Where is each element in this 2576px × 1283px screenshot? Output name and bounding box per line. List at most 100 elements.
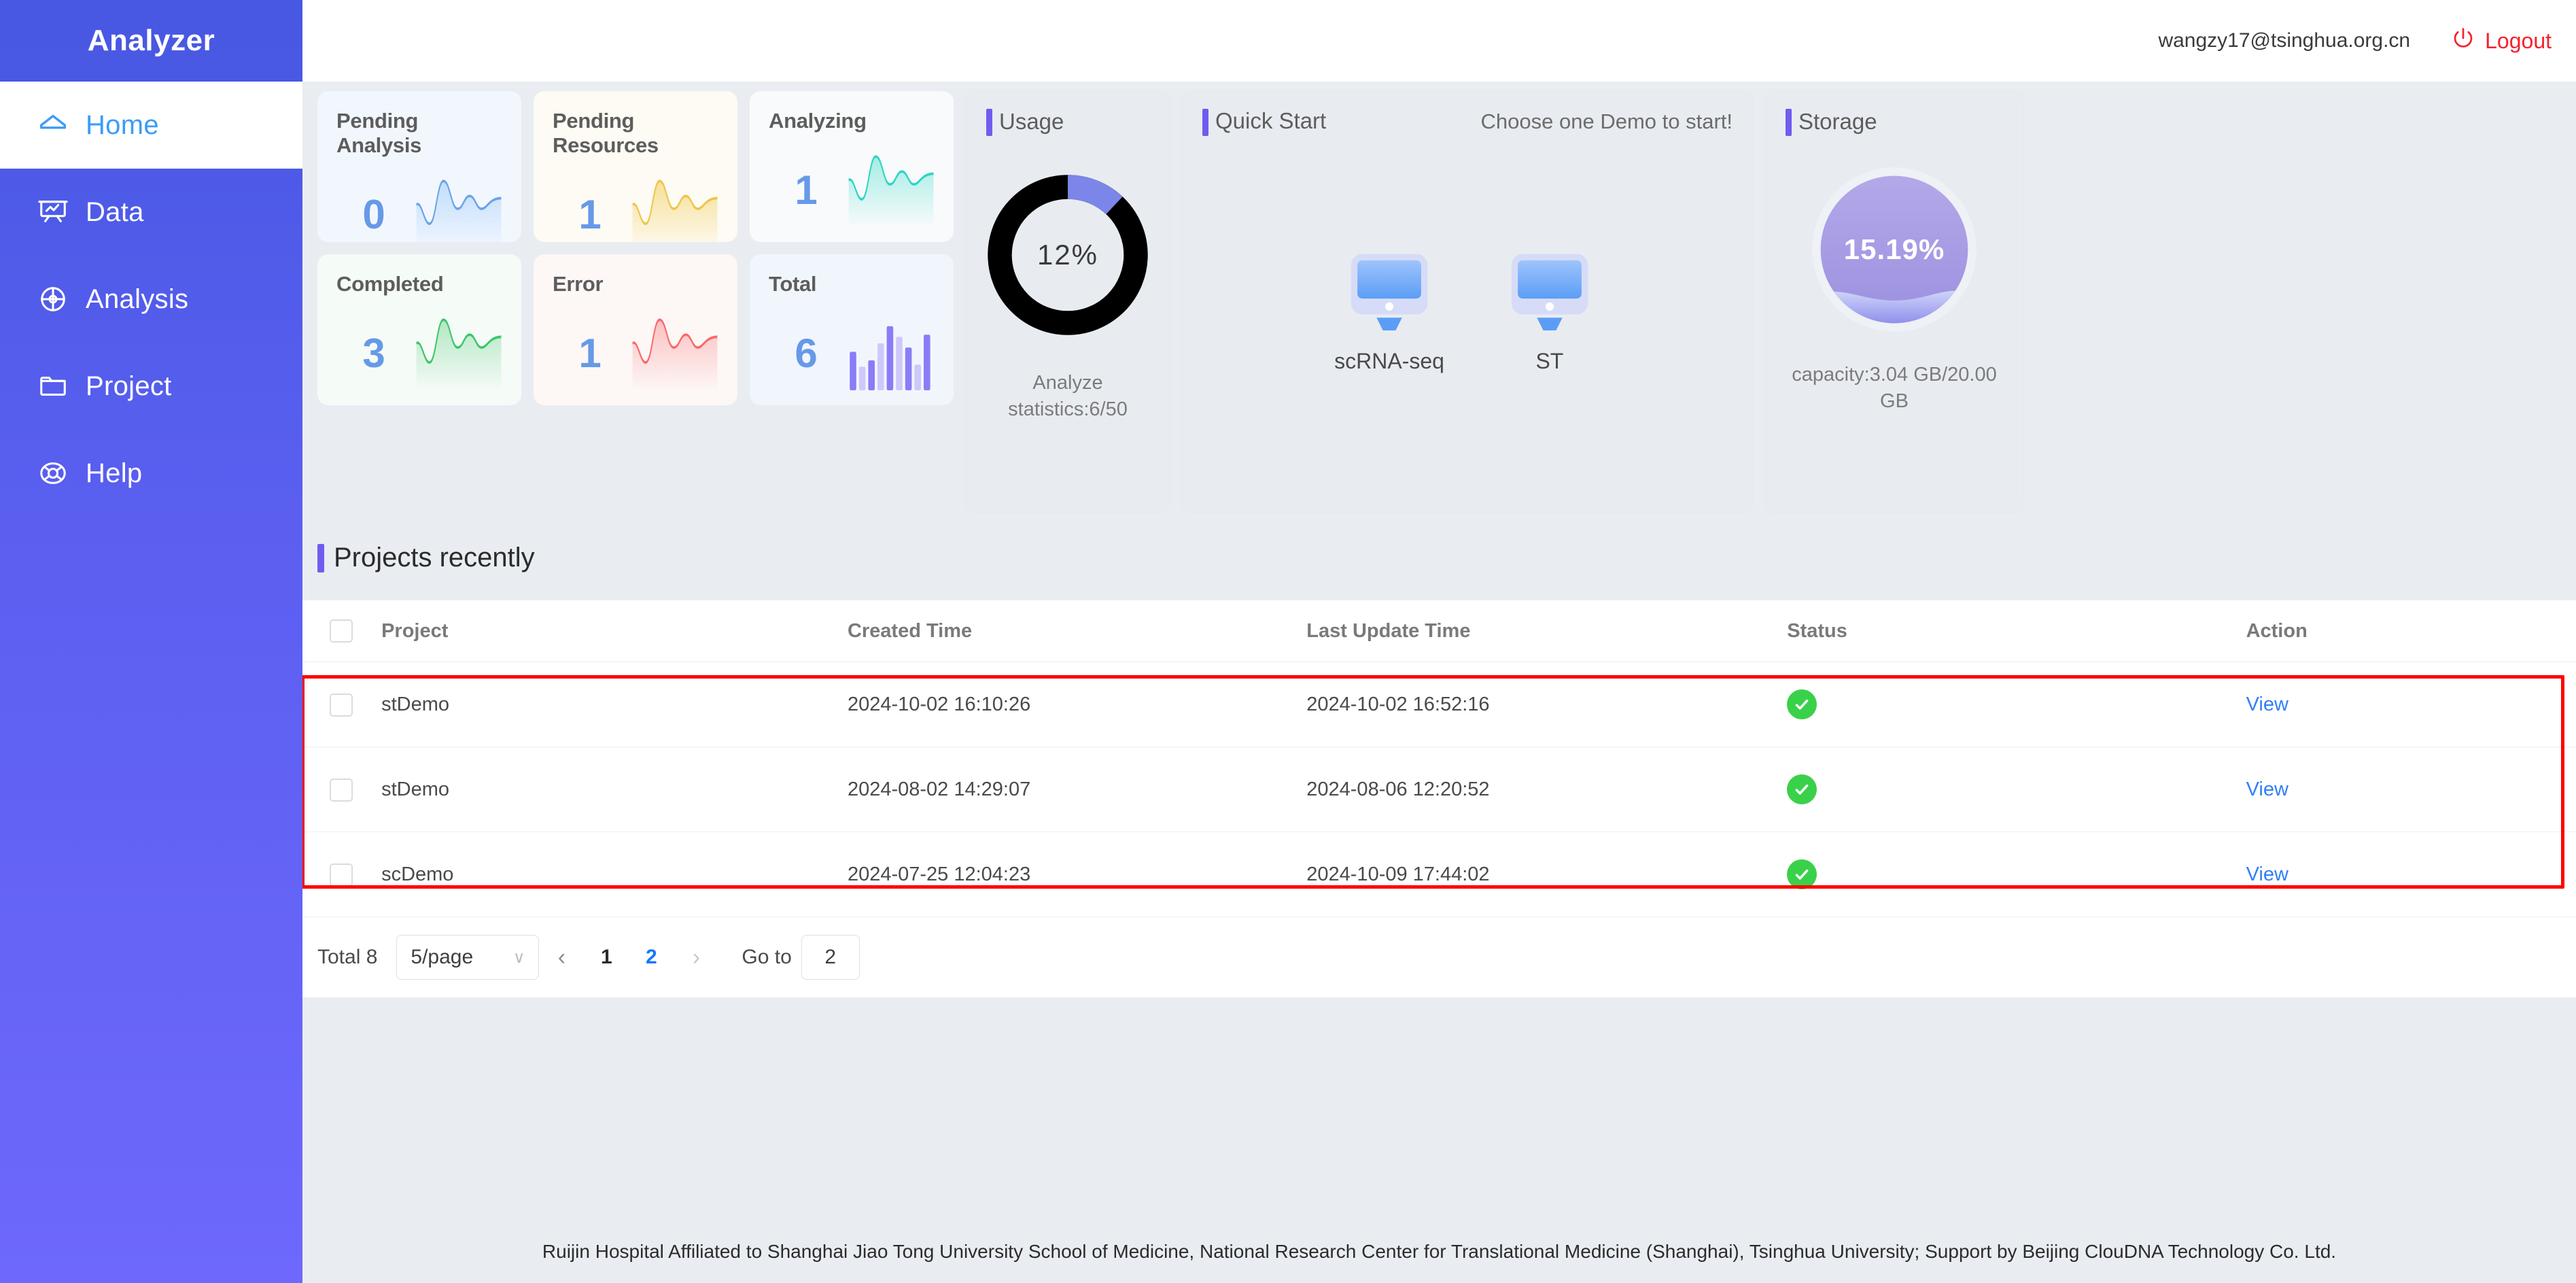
select-all-header	[302, 600, 382, 663]
goto-page-input[interactable]	[801, 935, 860, 980]
page-size-value: 5/page	[411, 946, 474, 969]
column-header-status: Status	[1787, 600, 2246, 663]
home-icon	[20, 109, 86, 141]
cell-last-update-time: 2024-08-06 12:20:52	[1306, 747, 1788, 833]
app-root: Analyzer Home Data Analysis Project Help…	[0, 0, 2576, 1283]
usage-title-text: Usage	[999, 109, 1064, 134]
user-email: wangzy17@tsinghua.org.cn	[2158, 29, 2411, 52]
row-checkbox[interactable]	[330, 778, 353, 802]
row-select-cell	[302, 832, 382, 918]
cell-status	[1787, 662, 2246, 748]
power-icon	[2451, 26, 2475, 56]
pagination-prev-button[interactable]: ‹	[539, 944, 584, 971]
usage-panel: Usage 12% Analyze statistics:6/50	[966, 91, 1170, 513]
folder-icon	[20, 371, 86, 402]
stat-card-pending-analysis[interactable]: Pending Analysis 0	[317, 91, 521, 242]
stat-title: Pending Analysis	[336, 109, 422, 157]
target-icon	[20, 284, 86, 315]
logout-label: Logout	[2485, 28, 2552, 53]
row-checkbox[interactable]	[330, 693, 353, 717]
quick-start-panel: Quick Start Choose one Demo to start! sc…	[1182, 91, 1753, 513]
stat-value: 3	[362, 330, 385, 376]
sidebar-item-analysis[interactable]: Analysis	[0, 256, 302, 343]
table-row[interactable]: stDemo 2024-08-02 14:29:07 2024-08-06 12…	[302, 747, 2576, 833]
sparkline-area-chart	[848, 152, 935, 227]
cell-last-update-time: 2024-10-09 17:44:02	[1306, 832, 1788, 918]
demo-item-st[interactable]: ST	[1499, 238, 1601, 374]
stat-title: Pending Resources	[553, 109, 659, 157]
demo-item-scrna-seq[interactable]: scRNA-seq	[1334, 238, 1444, 374]
cell-last-update-time: 2024-10-02 16:52:16	[1306, 662, 1788, 748]
sidebar-item-home[interactable]: Home	[0, 82, 302, 169]
sparkline-bar-chart	[848, 315, 935, 390]
sidebar-item-help[interactable]: Help	[0, 430, 302, 517]
usage-percent-label: 12%	[1037, 239, 1099, 271]
column-header-last-update-time: Last Update Time	[1306, 600, 1788, 663]
select-all-checkbox[interactable]	[330, 619, 353, 643]
projects-section-title: Projects recently	[302, 513, 2576, 600]
chevron-down-icon: ∨	[512, 948, 525, 967]
pagination-page-1[interactable]: 1	[584, 946, 629, 969]
cell-action: View	[2246, 662, 2576, 748]
stat-card-completed[interactable]: Completed 3	[317, 254, 521, 405]
stat-value: 1	[578, 191, 602, 237]
cell-created-time: 2024-10-02 16:10:26	[847, 662, 1307, 748]
cell-project: scDemo	[381, 832, 848, 918]
quick-start-hint: Choose one Demo to start!	[1480, 109, 1733, 133]
storage-panel-title: Storage	[1786, 109, 2003, 136]
footer: Ruijin Hospital Affiliated to Shanghai J…	[302, 1226, 2576, 1283]
brand-title: Analyzer	[87, 24, 215, 57]
accent-bar	[317, 543, 324, 572]
stat-card-total[interactable]: Total 6	[750, 254, 954, 405]
cell-project: stDemo	[381, 747, 848, 833]
stat-card-error[interactable]: Error 1	[534, 254, 737, 405]
storage-subtitle: capacity:3.04 GB/20.00 GB	[1792, 364, 1997, 413]
cell-created-time: 2024-08-02 14:29:07	[847, 747, 1307, 833]
usage-subtitle: Analyze statistics:6/50	[1008, 372, 1128, 421]
projects-table-wrapper: Project Created Time Last Update Time St…	[301, 600, 2576, 918]
accent-bar	[986, 109, 992, 136]
page-size-select[interactable]: 5/page ∨	[396, 935, 540, 980]
table-header-row: Project Created Time Last Update Time St…	[302, 600, 2576, 663]
goto-label: Go to	[742, 946, 792, 969]
stat-card-pending-resources[interactable]: Pending Resources 1	[534, 91, 737, 242]
view-link[interactable]: View	[2246, 694, 2288, 715]
sidebar-item-label: Project	[86, 371, 172, 401]
sparkline-area-chart	[631, 177, 718, 242]
demo-list: scRNA-seq ST	[1202, 238, 1733, 374]
lifebuoy-icon	[20, 458, 86, 489]
storage-liquid-ball-chart: 15.19%	[1809, 165, 1979, 335]
stat-value: 1	[795, 167, 818, 213]
table-row[interactable]: scDemo 2024-07-25 12:04:23 2024-10-09 17…	[302, 832, 2576, 918]
pagination-page-2[interactable]: 2	[629, 946, 674, 969]
view-link[interactable]: View	[2246, 779, 2288, 800]
stat-card-analyzing[interactable]: Analyzing 1	[750, 91, 954, 242]
stat-title: Analyzing	[769, 109, 867, 133]
logout-button[interactable]: Logout	[2451, 26, 2552, 56]
cell-action: View	[2246, 747, 2576, 833]
cell-action: View	[2246, 832, 2576, 918]
sparkline-area-chart	[415, 177, 502, 242]
quick-start-panel-title: Quick Start	[1202, 109, 1326, 136]
sidebar-item-data[interactable]: Data	[0, 169, 302, 256]
status-success-icon	[1787, 859, 1817, 890]
sidebar-item-project[interactable]: Project	[0, 343, 302, 430]
sparkline-area-chart	[415, 315, 502, 390]
stat-value: 1	[578, 330, 602, 376]
sidebar: Analyzer Home Data Analysis Project Help	[0, 0, 302, 1283]
topbar: wangzy17@tsinghua.org.cn Logout	[302, 0, 2576, 82]
demo-label: ST	[1535, 349, 1564, 373]
row-select-cell	[302, 662, 382, 748]
pagination: Total 8 5/page ∨ ‹ 1 2 › Go to	[302, 917, 2576, 998]
monitor-icon	[1499, 238, 1601, 343]
monitor-icon	[1338, 238, 1440, 343]
table-row[interactable]: stDemo 2024-10-02 16:10:26 2024-10-02 16…	[302, 662, 2576, 748]
projects-table: Project Created Time Last Update Time St…	[302, 600, 2576, 918]
pagination-next-button[interactable]: ›	[674, 944, 718, 971]
row-checkbox[interactable]	[330, 863, 353, 887]
storage-panel: Storage 15.19% capacity:3.04 GB/20.00 GB	[1765, 91, 2023, 513]
row-select-cell	[302, 747, 382, 833]
status-success-icon	[1787, 689, 1817, 720]
stat-value: 6	[795, 330, 818, 376]
view-link[interactable]: View	[2246, 863, 2288, 885]
